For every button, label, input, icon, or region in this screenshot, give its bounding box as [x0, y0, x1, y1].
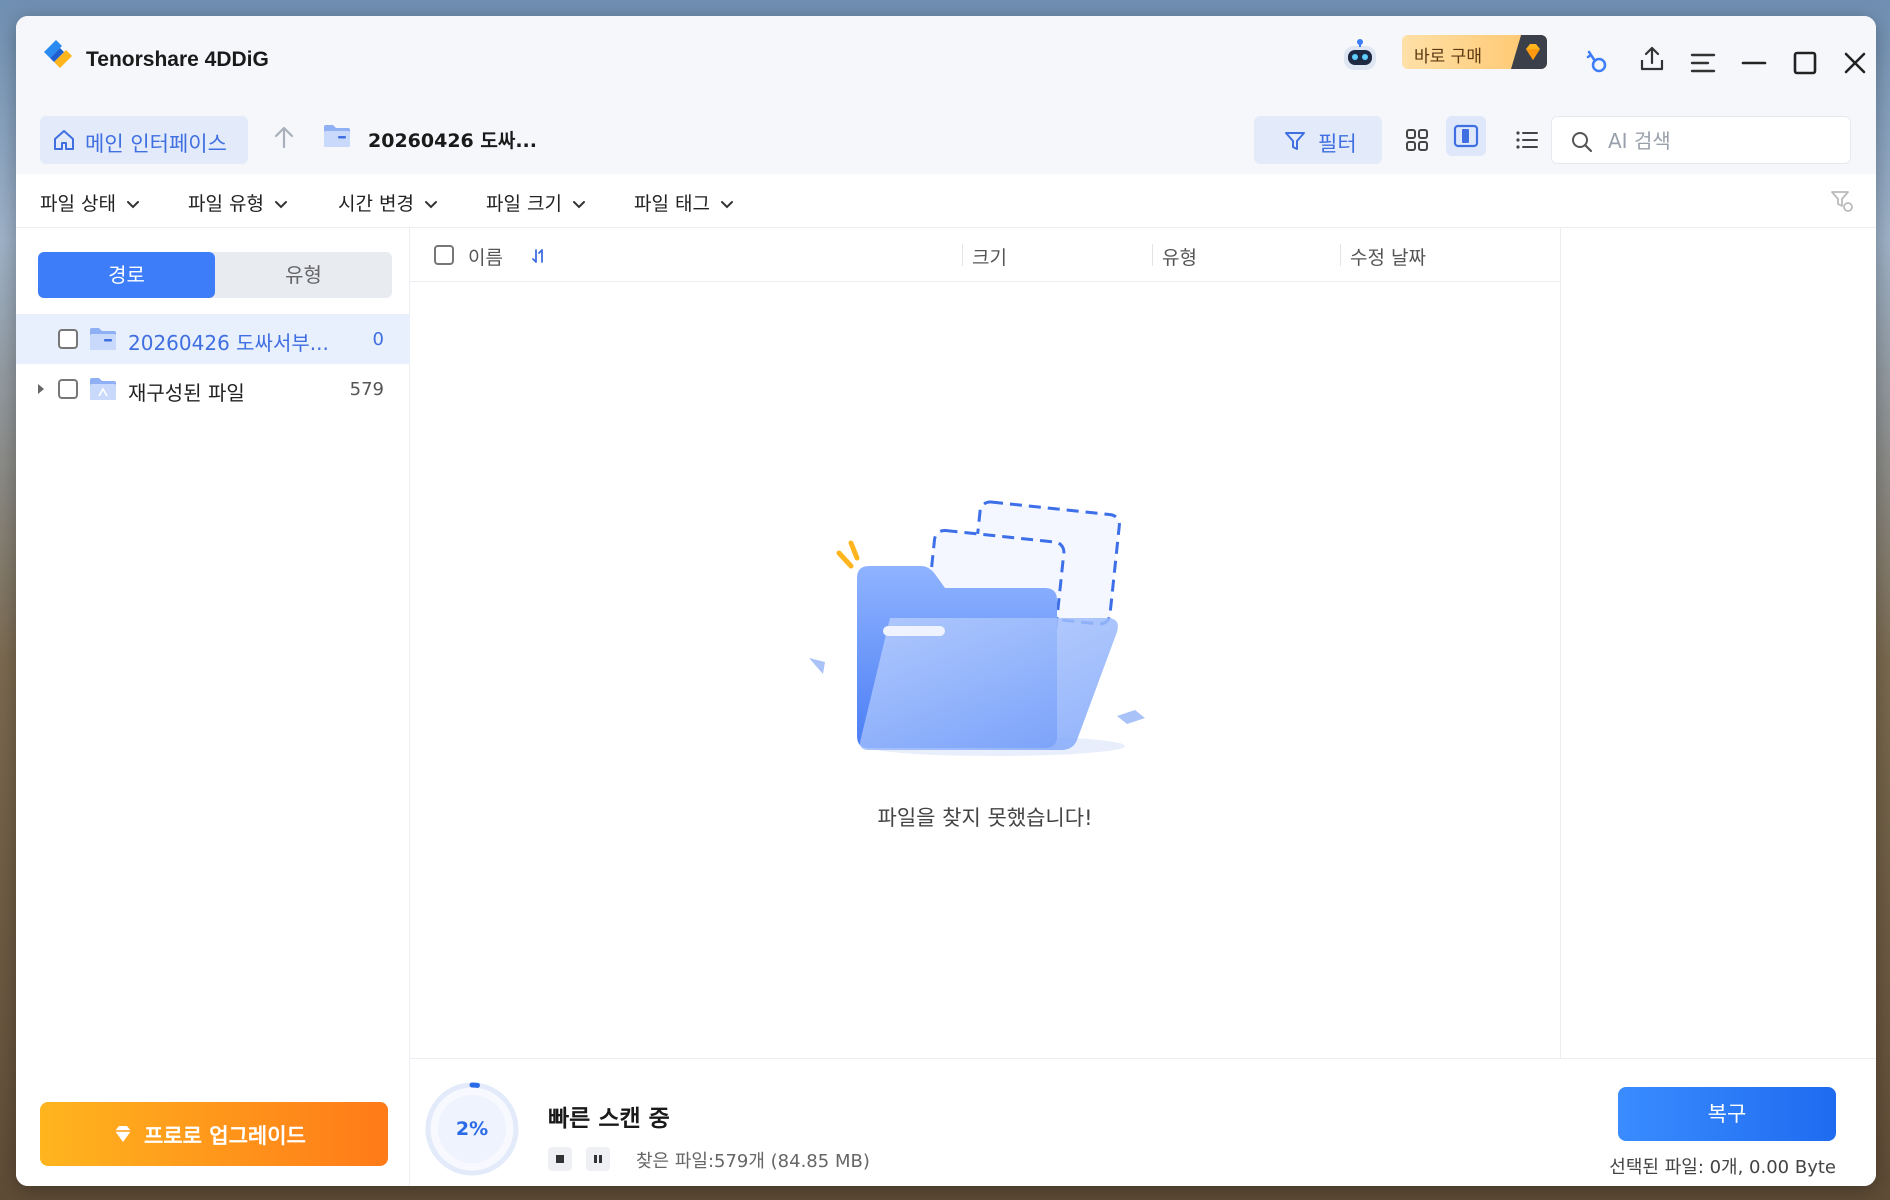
folder-icon [324, 125, 350, 147]
tree-item-count: 579 [349, 379, 384, 400]
table-header: 이름 크기 유형 수정 날짜 [410, 228, 1560, 282]
grid-view-icon[interactable] [1404, 127, 1430, 153]
filter-file-status-label: 파일 상태 [40, 193, 116, 215]
app-title: Tenorshare 4DDiG [86, 48, 269, 71]
chevron-down-icon [720, 200, 733, 208]
tree-item-label: 재구성된 파일 [128, 381, 245, 405]
upgrade-label: 프로로 업그레이드 [144, 1124, 306, 1148]
empty-folder-illustration [809, 500, 1145, 756]
maximize-icon[interactable] [1790, 48, 1820, 78]
filter-file-status[interactable]: 파일 상태 [40, 189, 140, 216]
pause-scan-button[interactable] [586, 1147, 610, 1171]
home-icon [54, 130, 74, 150]
share-icon[interactable] [1637, 44, 1667, 74]
title-bar: Tenorshare 4DDiG 바로 구매 [16, 16, 1876, 98]
chevron-down-icon [274, 200, 287, 208]
select-all-checkbox[interactable] [434, 245, 454, 265]
preview-panel [1560, 228, 1876, 1058]
found-files-text: 찾은 파일:579개 (84.85 MB) [636, 1151, 870, 1172]
empty-message: 파일을 찾지 못했습니다! [877, 806, 1093, 830]
app-window: Tenorshare 4DDiG 바로 구매 메인 인터페이스 20260426… [16, 16, 1876, 1186]
app-logo-icon [44, 40, 72, 68]
tree-item-checkbox[interactable] [58, 379, 78, 399]
chevron-down-icon [424, 200, 437, 208]
up-arrow-icon[interactable] [273, 125, 295, 149]
filter-time-modified-label: 시간 변경 [338, 193, 414, 215]
filter-label: 필터 [1318, 132, 1357, 156]
filter-bar: 파일 상태 파일 유형 시간 변경 파일 크기 파일 태그 [16, 174, 1876, 228]
chevron-down-icon [126, 200, 139, 208]
scan-progress-percent: 2% [455, 1118, 489, 1140]
home-label: 메인 인터페이스 [85, 132, 227, 156]
breadcrumb[interactable]: 20260426 도싸... [368, 126, 537, 153]
view-mode-switch: 경로 유형 [38, 252, 392, 298]
filter-file-size[interactable]: 파일 크기 [486, 189, 586, 216]
scan-title: 빠른 스캔 중 [548, 1106, 670, 1132]
chevron-down-icon [572, 200, 585, 208]
column-separator [1340, 244, 1341, 266]
preview-view-icon [1453, 124, 1479, 148]
filter-file-type-label: 파일 유형 [188, 193, 264, 215]
key-icon[interactable] [1581, 46, 1611, 76]
filter-file-type[interactable]: 파일 유형 [188, 189, 288, 216]
recover-button[interactable]: 복구 [1618, 1087, 1836, 1141]
column-name[interactable]: 이름 [468, 243, 503, 270]
search-icon [1572, 132, 1593, 153]
tree-item-label: 20260426 도싸서부... [128, 331, 329, 355]
upgrade-pro-button[interactable]: 프로로 업그레이드 [40, 1102, 388, 1166]
gem-icon [1511, 35, 1547, 69]
ai-assistant-icon[interactable] [1338, 34, 1382, 78]
buy-now-button[interactable]: 바로 구매 [1402, 35, 1547, 69]
close-icon[interactable] [1840, 48, 1870, 78]
scan-status-bar: 2% 빠른 스캔 중 찾은 파일:579개 (84.85 MB) 복구 선택된 … [410, 1058, 1876, 1186]
column-separator [1152, 244, 1153, 266]
filter-file-size-label: 파일 크기 [486, 193, 562, 215]
column-separator [962, 244, 963, 266]
list-view-icon[interactable] [1514, 127, 1540, 153]
filter-icon [1285, 132, 1305, 150]
sidebar: 경로 유형 20260426 도싸서부... 0 재구성된 파일 579 프로로… [16, 228, 410, 1186]
clear-filter-icon[interactable] [1830, 189, 1854, 213]
folder-icon [90, 378, 116, 400]
pause-icon [594, 1155, 602, 1163]
tree-item-reconstructed-files[interactable]: 재구성된 파일 579 [16, 364, 410, 414]
preview-view-button[interactable] [1446, 116, 1486, 156]
search-box[interactable] [1551, 116, 1851, 164]
diamond-icon [115, 1126, 131, 1142]
column-type[interactable]: 유형 [1162, 243, 1197, 270]
stop-icon [556, 1155, 564, 1163]
column-modified-date[interactable]: 수정 날짜 [1350, 243, 1426, 270]
filter-file-tag[interactable]: 파일 태그 [634, 189, 734, 216]
stop-scan-button[interactable] [548, 1147, 572, 1171]
minimize-icon[interactable] [1739, 48, 1769, 78]
selected-files-text: 선택된 파일: 0개, 0.00 Byte [1609, 1157, 1836, 1178]
tree-item-checkbox[interactable] [58, 329, 78, 349]
buy-now-label: 바로 구매 [1414, 47, 1482, 67]
toolbar: 메인 인터페이스 20260426 도싸... 필터 [16, 98, 1876, 174]
tab-type[interactable]: 유형 [215, 252, 392, 298]
tab-path[interactable]: 경로 [38, 252, 215, 298]
home-button[interactable]: 메인 인터페이스 [40, 116, 248, 164]
sort-icon[interactable] [532, 248, 546, 264]
expand-arrow-icon[interactable] [36, 382, 46, 396]
filter-time-modified[interactable]: 시간 변경 [338, 189, 438, 216]
tree-item-source-folder[interactable]: 20260426 도싸서부... 0 [16, 314, 410, 364]
filter-file-tag-label: 파일 태그 [634, 193, 710, 215]
search-input[interactable] [1608, 127, 1828, 155]
menu-icon[interactable] [1688, 48, 1718, 78]
tree-item-count: 0 [372, 329, 384, 350]
folder-icon [90, 328, 116, 350]
column-size[interactable]: 크기 [972, 243, 1007, 270]
file-list-area: 이름 크기 유형 수정 날짜 파일을 찾지 못했습니다! [410, 228, 1560, 1058]
filter-button[interactable]: 필터 [1254, 116, 1382, 164]
